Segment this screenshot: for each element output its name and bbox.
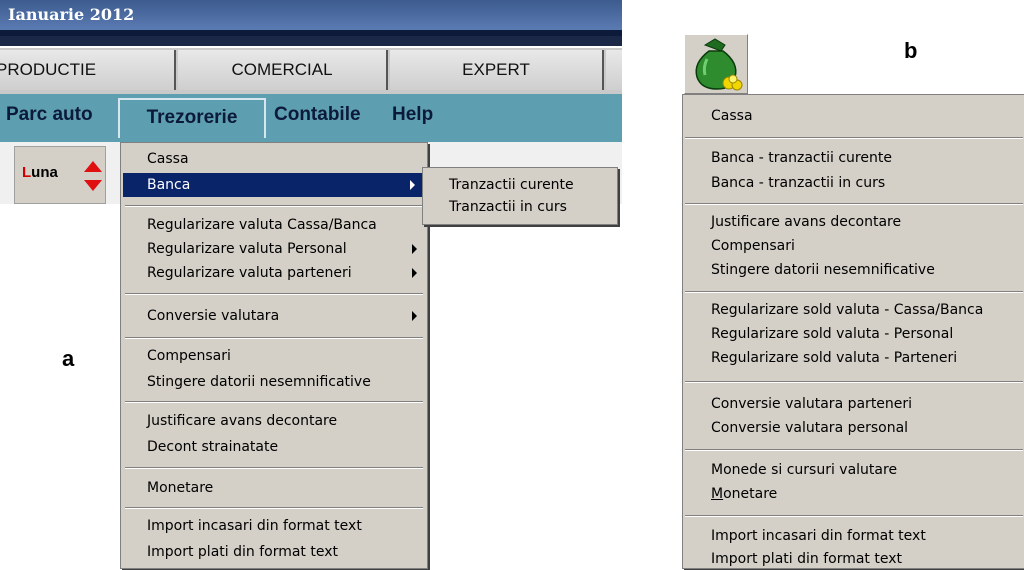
menu-item-justificare[interactable]: Justificare avans decontare [711, 211, 901, 233]
menu-item-banca-label: Banca [147, 177, 191, 193]
menu-item-reg-personal[interactable]: Regularizare sold valuta - Personal [711, 323, 953, 345]
menu-separator [125, 337, 423, 339]
menu-separator [685, 137, 1023, 139]
menu-separator [685, 203, 1023, 205]
submenu-item-in-curs[interactable]: Tranzactii in curs [449, 196, 567, 218]
menu-item-monetare[interactable]: Monetare [147, 477, 213, 499]
panel-label-b: b [904, 38, 918, 63]
arrow-down-icon[interactable] [84, 180, 102, 191]
menu-separator [125, 293, 423, 295]
tab-expert[interactable]: EXPERT [390, 50, 604, 90]
menu-parc-auto[interactable]: Parc auto [6, 104, 93, 126]
menu-separator [685, 515, 1023, 517]
tab-productie[interactable]: PRODUCTIE [0, 50, 176, 90]
menu-item-compensari[interactable]: Compensari [711, 235, 795, 257]
menu-item-compensari[interactable]: Compensari [147, 345, 231, 367]
month-label-rest: una [31, 164, 58, 181]
tab-productie-label: PRODUCTIE [0, 60, 97, 79]
tab-comercial-label: COMERCIAL [231, 60, 333, 79]
arrow-up-icon[interactable] [84, 161, 102, 172]
window-title: Ianuarie 2012 [0, 0, 622, 36]
menu-item-reg-parteneri[interactable]: Regularizare valuta parteneri [147, 262, 352, 284]
submenu-arrow-icon [410, 180, 415, 190]
module-tab-bar: PRODUCTIE COMERCIAL EXPERT [0, 36, 622, 94]
submenu-arrow-icon [412, 268, 417, 278]
month-label-initial: L [22, 164, 32, 181]
tab-next[interactable] [606, 50, 622, 90]
menu-item-import-plati[interactable]: Import plati din format text [711, 548, 902, 570]
menu-separator [125, 205, 423, 207]
menu-item-banca-in-curs[interactable]: Banca - tranzactii in curs [711, 172, 885, 194]
menu-item-stingere[interactable]: Stingere datorii nesemnificative [711, 259, 935, 281]
menu-item-monede[interactable]: Monede si cursuri valutare [711, 459, 897, 481]
menu-item-conv-parteneri[interactable]: Conversie valutara parteneri [711, 393, 912, 415]
menu-item-conv-personal[interactable]: Conversie valutara personal [711, 417, 908, 439]
menu-trezorerie[interactable]: Trezorerie [118, 98, 266, 138]
submenu-item-curente[interactable]: Tranzactii curente [449, 174, 574, 196]
menu-item-reg-personal[interactable]: Regularizare valuta Personal [147, 238, 347, 260]
menu-item-stingere[interactable]: Stingere datorii nesemnificative [147, 371, 371, 393]
menu-item-justificare[interactable]: Justificare avans decontare [147, 410, 337, 432]
menu-item-decont[interactable]: Decont strainatate [147, 436, 278, 458]
menu-item-banca-curente[interactable]: Banca - tranzactii curente [711, 147, 892, 169]
menu-item-reg-parteneri[interactable]: Regularizare sold valuta - Parteneri [711, 347, 957, 369]
menu-item-reg-cassa-banca[interactable]: Regularizare sold valuta - Cassa/Banca [711, 299, 983, 321]
menu-help[interactable]: Help [392, 104, 433, 126]
menu-separator [125, 507, 423, 509]
menu-separator [125, 401, 423, 403]
submenu-arrow-icon [412, 244, 417, 254]
menu-item-monetare-accel: M [711, 486, 724, 502]
tab-comercial[interactable]: COMERCIAL [178, 50, 388, 90]
menu-item-monetare[interactable]: Monetare [711, 483, 777, 505]
menu-item-monetare-rest: onetare [723, 486, 778, 502]
tab-expert-label: EXPERT [462, 60, 530, 79]
menu-item-cassa[interactable]: Cassa [147, 148, 189, 170]
submenu-arrow-icon [412, 311, 417, 321]
menu-item-import-incasari[interactable]: Import incasari din format text [711, 525, 926, 547]
menu-separator [685, 291, 1023, 293]
menu-item-conversie[interactable]: Conversie valutara [147, 305, 279, 327]
menu-item-import-plati[interactable]: Import plati din format text [147, 541, 338, 563]
money-bag-icon[interactable] [684, 34, 748, 94]
panel-label-a: a [62, 346, 75, 371]
menu-item-banca[interactable]: Banca [123, 173, 425, 197]
menu-contabile[interactable]: Contabile [274, 104, 361, 126]
menu-separator [685, 381, 1023, 383]
menu-item-reg-cassa-banca[interactable]: Regularizare valuta Cassa/Banca [147, 214, 377, 236]
menu-item-cassa[interactable]: Cassa [711, 105, 753, 127]
menu-separator [125, 467, 423, 469]
trezorerie-dropdown: Cassa Banca Regularizare valuta Cassa/Ba… [120, 142, 428, 569]
menu-separator [685, 449, 1023, 451]
banca-submenu: Tranzactii curente Tranzactii in curs [422, 167, 618, 225]
menu-bar: Parc auto Trezorerie Contabile Help [0, 94, 622, 142]
month-stepper-label: Luna [22, 164, 58, 181]
menu-item-import-incasari[interactable]: Import incasari din format text [147, 515, 362, 537]
money-dropdown: Cassa Banca - tranzactii curente Banca -… [682, 94, 1024, 569]
